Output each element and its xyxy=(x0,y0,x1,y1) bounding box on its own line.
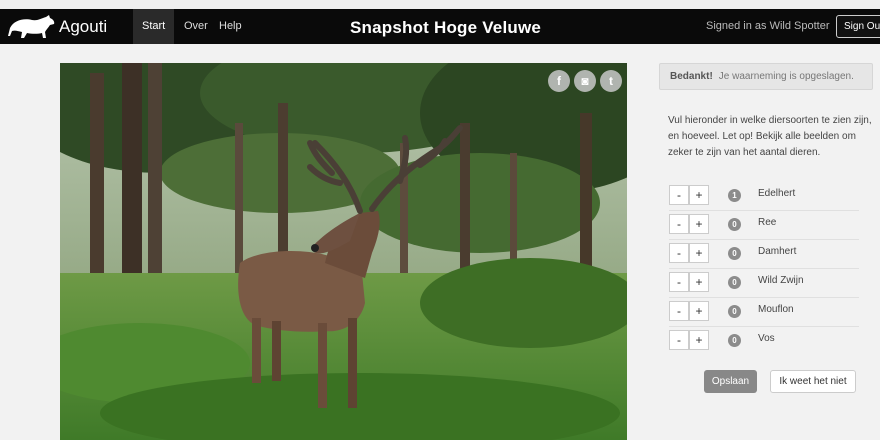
increment-button[interactable]: + xyxy=(689,330,709,350)
save-button[interactable]: Opslaan xyxy=(704,370,757,393)
increment-button[interactable]: + xyxy=(689,301,709,321)
instructions-text: Vul hieronder in welke diersoorten te zi… xyxy=(668,115,872,158)
nav-start[interactable]: Start xyxy=(133,9,175,44)
increment-button[interactable]: + xyxy=(689,185,709,205)
species-row-ree: - + 0 Ree xyxy=(669,213,859,240)
alert-strong: Bedankt! xyxy=(670,71,713,82)
species-row-edelhert: - + 1 Edelhert xyxy=(669,184,859,211)
decrement-button[interactable]: - xyxy=(669,214,689,234)
count-badge: 0 xyxy=(728,276,741,289)
camera-trap-image xyxy=(60,63,627,440)
species-row-mouflon: - + 0 Mouflon xyxy=(669,300,859,327)
decrement-button[interactable]: - xyxy=(669,301,689,321)
count-badge: 1 xyxy=(728,189,741,202)
species-name: Vos xyxy=(758,333,775,344)
decrement-button[interactable]: - xyxy=(669,330,689,350)
species-name: Damhert xyxy=(758,246,797,257)
count-badge: 0 xyxy=(728,247,741,260)
species-row-vos: - + 0 Vos xyxy=(669,329,859,356)
decrement-button[interactable]: - xyxy=(669,243,689,263)
navbar: Agouti Start Over Help Snapshot Hoge Vel… xyxy=(0,9,880,44)
increment-button[interactable]: + xyxy=(689,272,709,292)
signed-in-label: Signed in as Wild Spotter xyxy=(706,20,830,32)
facebook-icon[interactable]: f xyxy=(548,70,570,92)
agouti-logo-icon[interactable] xyxy=(8,14,56,40)
increment-button[interactable]: + xyxy=(689,243,709,263)
species-name: Ree xyxy=(758,217,777,228)
success-alert: Bedankt! Je waarneming is opgeslagen. xyxy=(659,63,873,90)
page-title: Snapshot Hoge Veluwe xyxy=(350,18,542,37)
alert-text: Je waarneming is opgeslagen. xyxy=(718,71,854,82)
count-badge: 0 xyxy=(728,334,741,347)
twitter-icon[interactable]: t xyxy=(600,70,622,92)
species-row-damhert: - + 0 Damhert xyxy=(669,242,859,269)
top-strip xyxy=(0,0,880,9)
decrement-button[interactable]: - xyxy=(669,185,689,205)
species-row-wild-zwijn: - + 0 Wild Zwijn xyxy=(669,271,859,298)
count-badge: 0 xyxy=(728,305,741,318)
brand-name[interactable]: Agouti xyxy=(59,17,107,37)
increment-button[interactable]: + xyxy=(689,214,709,234)
decrement-button[interactable]: - xyxy=(669,272,689,292)
species-name: Edelhert xyxy=(758,188,796,199)
dont-know-button[interactable]: Ik weet het niet xyxy=(770,370,856,393)
sign-out-button[interactable]: Sign Out xyxy=(836,15,880,38)
species-name: Mouflon xyxy=(758,304,794,315)
instagram-icon[interactable]: ◙ xyxy=(574,70,596,92)
count-badge: 0 xyxy=(728,218,741,231)
species-name: Wild Zwijn xyxy=(758,275,804,286)
nav-help[interactable]: Help xyxy=(210,9,251,44)
